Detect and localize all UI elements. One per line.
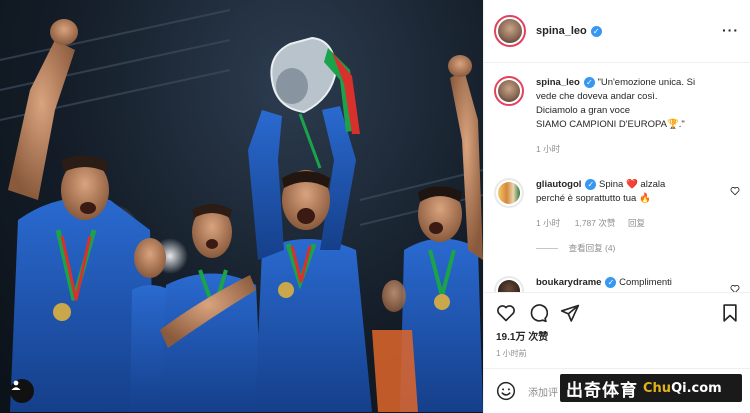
comments-list: spina_leo ✓ "Un'emozione unica. Si vede c… — [484, 64, 750, 292]
more-horizontal-icon[interactable]: ··· — [722, 22, 739, 38]
send-icon[interactable] — [560, 303, 580, 323]
caption-line-4: SIAMO CAMPIONI D'EUROPA🏆." — [536, 119, 685, 130]
watermark-domain-suffix: Qi.com — [671, 380, 722, 396]
caption-username[interactable]: spina_leo — [536, 77, 580, 88]
author-avatar[interactable] — [494, 15, 526, 47]
commenter-username[interactable]: boukarydrame — [536, 277, 601, 288]
caption-line-1: "Un'emozione unica. Si — [597, 77, 696, 88]
heart-icon[interactable] — [496, 303, 516, 323]
author-username[interactable]: spina_leo — [536, 25, 587, 37]
tag-people-button[interactable] — [10, 379, 34, 403]
comment-reply-button[interactable]: 回复 — [628, 218, 645, 228]
caption-avatar[interactable] — [494, 76, 524, 106]
verified-badge-icon: ✓ — [590, 25, 602, 37]
site-watermark: 出奇体育 ChuQi.com — [560, 374, 742, 402]
caption-time: 1 小时 — [536, 144, 561, 154]
comment-text: Complimenti — [619, 277, 672, 288]
post-actions — [484, 292, 750, 332]
watermark-domain: ChuQi.com — [643, 381, 722, 396]
post-photo[interactable] — [0, 0, 483, 413]
post-sidebar: spina_leo ✓ ··· spina_leo ✓ "Un'emozione … — [483, 0, 750, 413]
comment-heart-icon[interactable] — [730, 186, 740, 196]
comment-time: 1 小时 — [536, 218, 561, 228]
comment-line-1: Spina ❤️ alzala — [599, 179, 666, 190]
view-replies-button[interactable]: 查看回复 (4) — [569, 243, 616, 253]
verified-badge-icon: ✓ — [583, 76, 595, 88]
commenter-avatar[interactable] — [494, 178, 524, 208]
celebration-photo — [0, 9, 483, 412]
comment-like-count[interactable]: 1,787 次赞 — [575, 218, 616, 228]
verified-badge-icon: ✓ — [585, 178, 597, 190]
commenter-avatar[interactable] — [494, 276, 524, 292]
replies-divider — [536, 247, 558, 249]
post-time: 1 小时前 — [496, 349, 527, 358]
watermark-domain-prefix: Chu — [643, 380, 672, 396]
like-count[interactable]: 19.1万 次赞 — [496, 328, 548, 343]
add-comment-input[interactable]: 添加评 — [528, 384, 558, 399]
commenter-username[interactable]: gliautogol — [536, 179, 581, 190]
watermark-chinese: 出奇体育 — [566, 380, 638, 400]
comment-item: gliautogol ✓ Spina ❤️ alzala perché è sop… — [494, 178, 744, 268]
person-icon — [11, 380, 21, 390]
comment-icon[interactable] — [528, 303, 548, 323]
caption-line-3: Diciamolo a gran voce — [536, 105, 630, 116]
post-header: spina_leo ✓ ··· — [484, 0, 750, 63]
comment-line-2: perché è soprattutto tua 🔥 — [536, 193, 651, 204]
comment-item: boukarydrame ✓ Complimenti — [494, 276, 744, 292]
verified-badge-icon: ✓ — [605, 276, 617, 288]
bookmark-icon[interactable] — [720, 303, 740, 323]
caption-line-2: vede che doveva andar così. — [536, 91, 658, 102]
comment-heart-icon[interactable] — [730, 284, 740, 292]
emoji-icon[interactable] — [496, 381, 516, 401]
caption: spina_leo ✓ "Un'emozione unica. Si vede c… — [494, 76, 744, 166]
